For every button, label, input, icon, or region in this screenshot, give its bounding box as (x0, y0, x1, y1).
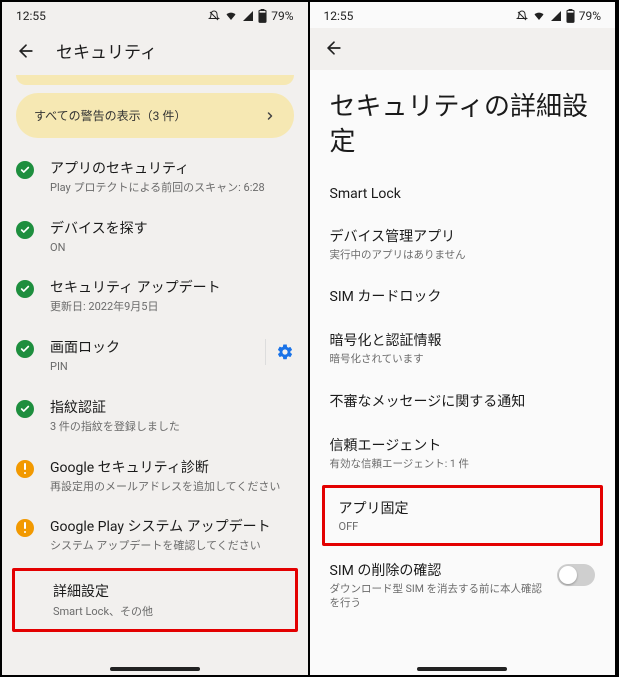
check-icon (16, 221, 34, 239)
item-subtitle: システム アップデートを確認してください (50, 539, 294, 554)
screen-security: 12:55 79% セキュリティ すべての警告の表示（3 件） アプリのセキュリ… (2, 2, 310, 675)
nav-handle[interactable] (417, 667, 507, 671)
warn-icon (16, 519, 34, 537)
item-sim-delete-confirm[interactable]: SIM の削除の確認 ダウンロード型 SIM を消去する前に本人確認を行う (314, 548, 612, 622)
item-find-device[interactable]: デバイスを探す ON (2, 208, 308, 268)
chevron-right-icon (264, 110, 276, 122)
item-title: 指紋認証 (50, 399, 294, 418)
item-encryption[interactable]: 暗号化と認証情報 暗号化されています (314, 318, 612, 378)
divider (265, 339, 266, 365)
battery-icon (566, 9, 575, 23)
gear-icon[interactable] (276, 343, 294, 361)
item-title: アプリのセキュリティ (50, 160, 294, 179)
signal-icon (242, 10, 254, 22)
item-subtitle: 実行中のアプリはありません (330, 248, 596, 262)
item-subtitle: PIN (50, 360, 251, 375)
alert-card-peek (16, 75, 294, 85)
page-title: セキュリティ (56, 38, 157, 63)
check-icon (16, 400, 34, 418)
item-title: Google セキュリティ診断 (50, 459, 294, 478)
screen-advanced-security: 12:55 79% セキュリティの詳細設定 Smart Lock デバイス管理ア… (310, 2, 618, 675)
check-icon (16, 280, 34, 298)
check-icon (16, 161, 34, 179)
item-smart-lock[interactable]: Smart Lock (314, 174, 612, 214)
appbar: セキュリティ (2, 28, 308, 75)
item-title: Google Play システム アップデート (50, 518, 294, 537)
item-title: 詳細設定 (53, 581, 287, 601)
item-trust-agent[interactable]: 信頼エージェント 有効な信頼エージェント: 1 件 (314, 423, 612, 483)
item-title: 画面ロック (50, 339, 251, 358)
status-time: 12:55 (16, 9, 46, 23)
item-title: 信頼エージェント (330, 435, 596, 455)
item-suspicious-msg[interactable]: 不審なメッセージに関する通知 (314, 379, 612, 423)
wifi-icon (224, 10, 238, 22)
item-screen-lock[interactable]: 画面ロック PIN (2, 327, 308, 387)
item-app-security[interactable]: アプリのセキュリティ Play プロテクトによる前回のスキャン: 6:28 (2, 148, 308, 208)
status-indicators: 79% (208, 9, 293, 23)
warn-icon (16, 460, 34, 478)
item-subtitle: 有効な信頼エージェント: 1 件 (330, 457, 596, 471)
item-subtitle: Play プロテクトによる前回のスキャン: 6:28 (50, 181, 294, 196)
statusbar: 12:55 79% (310, 2, 616, 28)
page-title: セキュリティの詳細設定 (310, 70, 616, 174)
item-title: デバイスを探す (50, 220, 294, 239)
alert-card[interactable]: すべての警告の表示（3 件） (16, 93, 294, 138)
item-fingerprint[interactable]: 指紋認証 3 件の指紋を登録しました (2, 387, 308, 447)
item-security-update[interactable]: セキュリティ アップデート 更新日: 2022年9月5日 (2, 267, 308, 327)
status-battery-pct: 79% (271, 9, 293, 23)
battery-icon (258, 9, 267, 23)
back-icon[interactable] (16, 41, 36, 61)
item-title: 暗号化と認証情報 (330, 330, 596, 350)
status-time: 12:55 (324, 9, 354, 23)
item-subtitle: 3 件の指紋を登録しました (50, 420, 294, 435)
check-icon (16, 340, 34, 358)
item-advanced-settings[interactable]: 詳細設定 Smart Lock、その他 (12, 568, 298, 632)
status-indicators: 79% (516, 9, 601, 23)
dnd-icon (516, 10, 528, 22)
status-battery-pct: 79% (579, 9, 601, 23)
appbar (310, 28, 616, 70)
item-title: 不審なメッセージに関する通知 (330, 391, 596, 411)
signal-icon (550, 10, 562, 22)
wifi-icon (532, 10, 546, 22)
item-subtitle: 更新日: 2022年9月5日 (50, 300, 294, 315)
statusbar: 12:55 79% (2, 2, 308, 28)
toggle-off[interactable] (557, 564, 595, 586)
back-icon[interactable] (324, 38, 344, 58)
item-app-pinning[interactable]: アプリ固定 OFF (322, 485, 604, 546)
item-device-admin[interactable]: デバイス管理アプリ 実行中のアプリはありません (314, 214, 612, 274)
security-list: アプリのセキュリティ Play プロテクトによる前回のスキャン: 6:28 デバ… (2, 146, 308, 632)
item-subtitle: OFF (339, 520, 587, 533)
item-title: SIM カードロック (330, 286, 596, 306)
item-play-system-update[interactable]: Google Play システム アップデート システム アップデートを確認して… (2, 506, 308, 566)
item-title: アプリ固定 (339, 498, 587, 518)
advanced-list: Smart Lock デバイス管理アプリ 実行中のアプリはありません SIM カ… (310, 174, 616, 622)
item-title: セキュリティ アップデート (50, 279, 294, 298)
item-subtitle: 再設定用のメールアドレスを追加してください (50, 480, 294, 495)
item-title: Smart Lock (330, 186, 596, 202)
item-title: SIM の削除の確認 (330, 560, 548, 580)
item-google-checkup[interactable]: Google セキュリティ診断 再設定用のメールアドレスを追加してください (2, 447, 308, 507)
item-subtitle: ON (50, 241, 294, 256)
item-subtitle: ダウンロード型 SIM を消去する前に本人確認を行う (330, 582, 548, 610)
item-sim-lock[interactable]: SIM カードロック (314, 274, 612, 318)
item-title: デバイス管理アプリ (330, 226, 596, 246)
dnd-icon (208, 10, 220, 22)
nav-handle[interactable] (110, 667, 200, 671)
item-subtitle: 暗号化されています (330, 352, 596, 366)
alert-label: すべての警告の表示（3 件） (34, 107, 186, 124)
item-subtitle: Smart Lock、その他 (53, 603, 287, 619)
